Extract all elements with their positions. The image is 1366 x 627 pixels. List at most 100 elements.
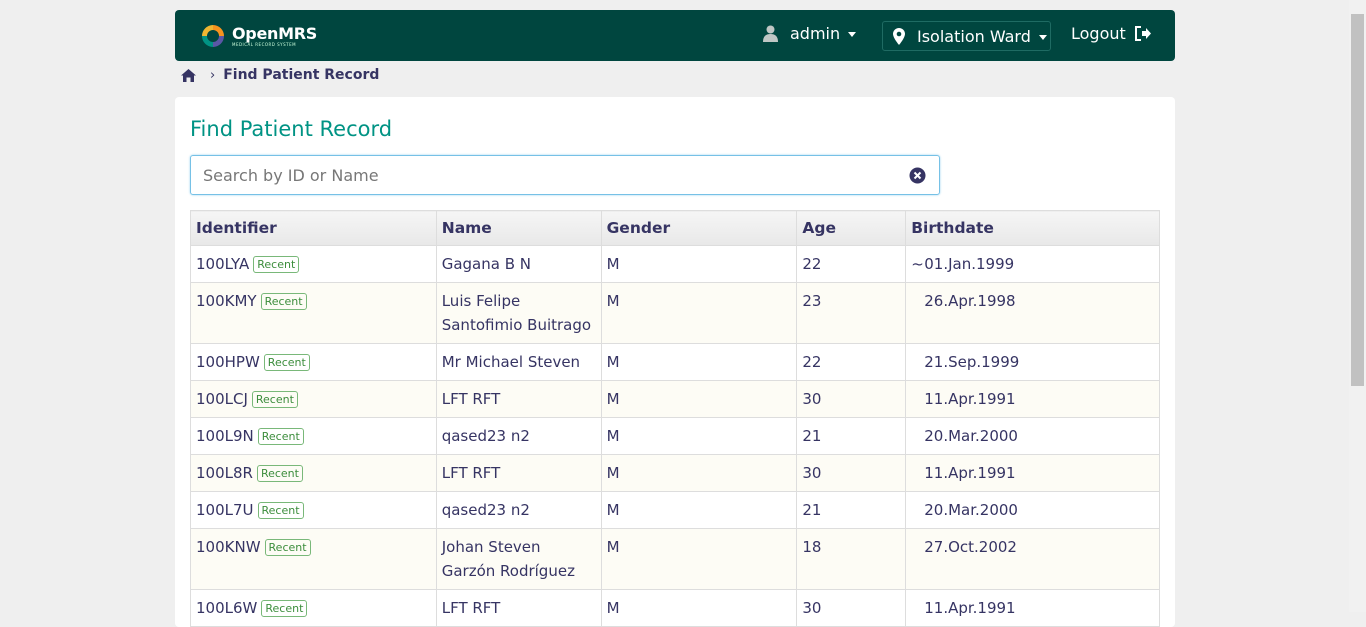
recent-badge: Recent: [264, 539, 311, 556]
identifier-cell: 100LCJ Recent: [190, 380, 437, 418]
identifier-cell: 100L6W Recent: [190, 589, 437, 627]
location-name: Isolation Ward: [917, 26, 1031, 46]
patient-identifier: 100KNW: [196, 538, 261, 556]
recent-badge: Recent: [251, 391, 298, 408]
name-cell: qased23 n2: [435, 491, 602, 529]
table-body: 100LYA Recent Gagana B N M 22 ~01.Jan.199…: [190, 245, 1160, 627]
top-header: OpenMRS MEDICAL RECORD SYSTEM admin Isol…: [175, 10, 1175, 61]
recent-badge: Recent: [257, 428, 304, 445]
birthdate-cell: 20.Mar.2000: [905, 417, 1160, 455]
recent-badge: Recent: [260, 293, 307, 310]
patient-identifier: 100L6W: [196, 599, 258, 617]
name-cell: LFT RFT: [435, 589, 602, 627]
table-row[interactable]: 100LYA Recent Gagana B N M 22 ~01.Jan.199…: [190, 245, 1160, 283]
recent-badge: Recent: [261, 600, 308, 617]
identifier-cell: 100KNW Recent: [190, 528, 437, 590]
birthdate: 27.Oct.2002: [924, 538, 1017, 556]
table-row[interactable]: 100LCJ Recent LFT RFT M 30 11.Apr.1991: [190, 380, 1160, 418]
search-input[interactable]: [201, 159, 895, 191]
birthdate: 11.Apr.1991: [924, 599, 1016, 617]
table-row[interactable]: 100L8R Recent LFT RFT M 30 11.Apr.1991: [190, 454, 1160, 492]
birthdate-cell: 11.Apr.1991: [905, 589, 1160, 627]
age-cell: 21: [796, 491, 907, 529]
table-row[interactable]: 100L9N Recent qased23 n2 M 21 20.Mar.2000: [190, 417, 1160, 455]
chevron-down-icon: [1038, 34, 1047, 40]
user-menu[interactable]: admin: [763, 24, 857, 43]
patient-name-line2: Garzón Rodríguez: [441, 562, 575, 580]
user-name: admin: [790, 24, 841, 43]
main-panel: Find Patient Record Identifier Name Gend…: [175, 97, 1175, 627]
birthdate: 01.Jan.1999: [924, 255, 1015, 273]
chevron-right-icon: ›: [210, 67, 216, 83]
scrollbar-thumb[interactable]: [1351, 14, 1364, 386]
table-row[interactable]: 100L7U Recent qased23 n2 M 21 20.Mar.2000: [190, 491, 1160, 529]
location-selector[interactable]: Isolation Ward: [882, 21, 1051, 51]
patient-name: LFT RFT: [441, 599, 501, 617]
name-cell: Mr Michael Steven: [435, 343, 602, 381]
birthdate-cell: 27.Oct.2002: [905, 528, 1160, 590]
clear-search-icon[interactable]: [909, 167, 926, 184]
age-cell: 23: [796, 282, 907, 344]
identifier-cell: 100LYA Recent: [190, 245, 437, 283]
patient-name: qased23 n2: [441, 427, 530, 445]
gender-cell: M: [600, 282, 798, 344]
birthdate-cell: 20.Mar.2000: [905, 491, 1160, 529]
recent-badge: Recent: [263, 354, 310, 371]
patient-name: Luis Felipe: [441, 292, 521, 310]
logo-name: OpenMRS: [232, 23, 317, 43]
recent-badge: Recent: [256, 465, 303, 482]
identifier-cell: 100L8R Recent: [190, 454, 437, 492]
table-header-row: Identifier Name Gender Age Birthdate: [190, 210, 1160, 246]
age-cell: 30: [796, 589, 907, 627]
table-row[interactable]: 100L6W Recent LFT RFT M 30 11.Apr.1991: [190, 589, 1160, 627]
page-title: Find Patient Record: [190, 117, 393, 141]
age-cell: 30: [796, 380, 907, 418]
age-cell: 22: [796, 245, 907, 283]
logout-button[interactable]: Logout: [1071, 24, 1152, 43]
age-cell: 18: [796, 528, 907, 590]
openmrs-logo-icon: [202, 25, 224, 47]
column-header-name[interactable]: Name: [435, 210, 602, 246]
column-header-gender[interactable]: Gender: [600, 210, 798, 246]
breadcrumb: › Find Patient Record: [181, 66, 379, 84]
column-header-birthdate[interactable]: Birthdate: [905, 210, 1160, 246]
birthdate-cell: 11.Apr.1991: [905, 454, 1160, 492]
patient-name-line2: Santofimio Buitrago: [441, 316, 592, 334]
map-pin-icon: [893, 27, 905, 45]
column-header-age[interactable]: Age: [796, 210, 907, 246]
openmrs-logo[interactable]: OpenMRS MEDICAL RECORD SYSTEM: [200, 21, 317, 51]
patient-name: LFT RFT: [441, 390, 501, 408]
birthdate-cell: 21.Sep.1999: [905, 343, 1160, 381]
name-cell: LFT RFT: [435, 380, 602, 418]
table-row[interactable]: 100KMY Recent Luis Felipe Santofimio Buitr…: [190, 282, 1160, 344]
patient-identifier: 100LYA: [196, 255, 250, 273]
patient-identifier: 100LCJ: [196, 390, 248, 408]
table-row[interactable]: 100HPW Recent Mr Michael Steven M 22 21.S…: [190, 343, 1160, 381]
patient-identifier: 100L8R: [196, 464, 253, 482]
name-cell: Gagana B N: [435, 245, 602, 283]
recent-badge: Recent: [253, 256, 300, 273]
gender-cell: M: [600, 245, 798, 283]
identifier-cell: 100L7U Recent: [190, 491, 437, 529]
gender-cell: M: [600, 380, 798, 418]
birthdate-cell: ~01.Jan.1999: [905, 245, 1160, 283]
user-icon: [763, 25, 778, 42]
birthdate: 26.Apr.1998: [924, 292, 1016, 310]
logo-text: OpenMRS MEDICAL RECORD SYSTEM: [232, 23, 317, 47]
age-cell: 21: [796, 417, 907, 455]
name-cell: LFT RFT: [435, 454, 602, 492]
gender-cell: M: [600, 589, 798, 627]
search-box: [190, 155, 940, 195]
patient-name: Mr Michael Steven: [441, 353, 581, 371]
patient-name: Gagana B N: [441, 255, 531, 273]
table-row[interactable]: 100KNW Recent Johan Steven Garzón Rodrígue…: [190, 528, 1160, 590]
gender-cell: M: [600, 343, 798, 381]
recent-badge: Recent: [257, 502, 304, 519]
name-cell: Johan Steven Garzón Rodríguez: [435, 528, 602, 590]
identifier-cell: 100HPW Recent: [190, 343, 437, 381]
logout-label: Logout: [1071, 24, 1126, 43]
page-scrollbar[interactable]: [1349, 0, 1366, 612]
chevron-down-icon: [848, 32, 857, 37]
column-header-identifier[interactable]: Identifier: [190, 210, 437, 246]
home-icon[interactable]: [181, 68, 196, 82]
